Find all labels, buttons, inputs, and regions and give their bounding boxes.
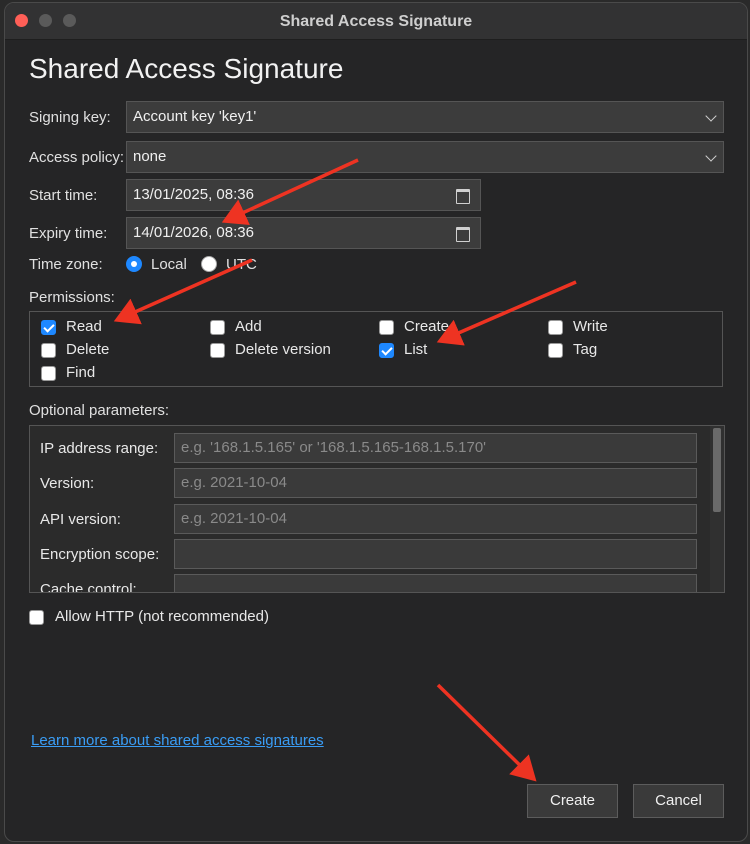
- start-time-input[interactable]: 13/01/2025, 08:36: [126, 179, 481, 211]
- encryption-scope-label: Encryption scope:: [40, 546, 160, 563]
- expiry-time-input[interactable]: 14/01/2026, 08:36: [126, 217, 481, 249]
- permission-create-checkbox[interactable]: [379, 320, 394, 335]
- optional-parameters-label: Optional parameters:: [29, 402, 170, 419]
- api-version-label: API version:: [40, 511, 121, 528]
- optional-parameters-scrollbar[interactable]: [710, 426, 724, 592]
- chevron-down-icon: [705, 150, 717, 162]
- permission-add-label: Add: [235, 318, 262, 335]
- title-bar: Shared Access Signature: [5, 3, 747, 40]
- expiry-time-value: 14/01/2026, 08:36: [133, 224, 254, 241]
- calendar-icon[interactable]: [456, 189, 470, 204]
- permission-delete-label: Delete: [66, 341, 110, 358]
- permission-tag-label: Tag: [573, 341, 598, 358]
- permission-add-checkbox[interactable]: [210, 320, 225, 335]
- create-button[interactable]: Create: [527, 784, 618, 818]
- cache-control-label: Cache control:: [40, 581, 137, 593]
- permission-write-checkbox[interactable]: [548, 320, 563, 335]
- permission-list-checkbox[interactable]: [379, 343, 394, 358]
- permission-read-label: Read: [66, 318, 102, 335]
- permission-delete-version-label: Delete version: [235, 341, 331, 358]
- time-zone-label: Time zone:: [29, 256, 103, 273]
- signing-key-select[interactable]: Account key 'key1': [126, 101, 724, 133]
- optional-parameters-panel: IP address range: e.g. '168.1.5.165' or …: [29, 425, 725, 593]
- access-policy-value: none: [133, 148, 167, 165]
- version-input[interactable]: e.g. 2021-10-04: [174, 468, 697, 498]
- permission-find-checkbox[interactable]: [41, 366, 56, 381]
- access-policy-label: Access policy:: [29, 149, 125, 166]
- expiry-time-label: Expiry time:: [29, 225, 108, 242]
- permission-list-label: List: [404, 341, 428, 358]
- time-zone-local-label: Local: [151, 256, 187, 273]
- permission-delete-version-checkbox[interactable]: [210, 343, 225, 358]
- allow-http-label: Allow HTTP (not recommended): [55, 608, 269, 625]
- ip-range-label: IP address range:: [40, 440, 159, 457]
- cancel-button[interactable]: Cancel: [633, 784, 724, 818]
- permissions-group: Read Add Create Write Delete Delete vers…: [29, 311, 723, 387]
- signing-key-label: Signing key:: [29, 109, 111, 126]
- cache-control-input[interactable]: [174, 574, 697, 592]
- window-title: Shared Access Signature: [279, 13, 473, 30]
- allow-http-checkbox[interactable]: [29, 610, 44, 625]
- permission-read-checkbox[interactable]: [41, 320, 56, 335]
- time-zone-utc-label: UTC: [226, 256, 257, 273]
- access-policy-select[interactable]: none: [126, 141, 724, 173]
- scrollbar-thumb[interactable]: [713, 428, 721, 512]
- learn-more-link[interactable]: Learn more about shared access signature…: [31, 732, 324, 749]
- time-zone-utc-radio[interactable]: [201, 256, 217, 272]
- permission-create-label: Create: [404, 318, 450, 335]
- permission-delete-checkbox[interactable]: [41, 343, 56, 358]
- start-time-label: Start time:: [29, 187, 98, 204]
- permission-write-label: Write: [573, 318, 608, 335]
- signing-key-value: Account key 'key1': [133, 108, 257, 125]
- api-version-input[interactable]: e.g. 2021-10-04: [174, 504, 697, 534]
- ip-range-input[interactable]: e.g. '168.1.5.165' or '168.1.5.165-168.1…: [174, 433, 697, 463]
- dialog-heading: Shared Access Signature: [29, 53, 344, 84]
- sas-dialog-window: Shared Access Signature Shared Access Si…: [4, 2, 748, 842]
- permissions-label: Permissions:: [29, 289, 115, 306]
- permission-find-label: Find: [66, 364, 96, 381]
- version-label: Version:: [40, 475, 95, 492]
- permission-tag-checkbox[interactable]: [548, 343, 563, 358]
- encryption-scope-input[interactable]: [174, 539, 697, 569]
- time-zone-local-radio[interactable]: [126, 256, 142, 272]
- chevron-down-icon: [705, 110, 717, 122]
- start-time-value: 13/01/2025, 08:36: [133, 186, 254, 203]
- calendar-icon[interactable]: [456, 227, 470, 242]
